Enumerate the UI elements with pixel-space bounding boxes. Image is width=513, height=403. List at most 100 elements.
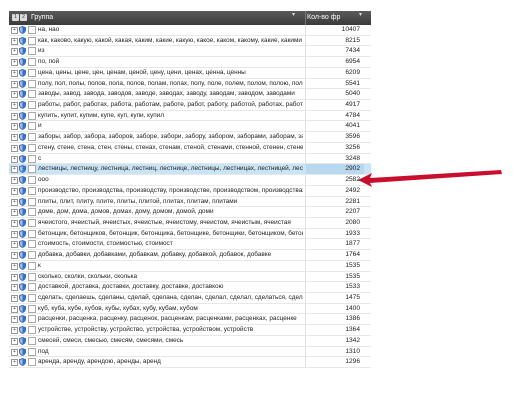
group-filter-icon[interactable]: ▾ bbox=[292, 11, 295, 18]
expand-icon[interactable]: + bbox=[11, 187, 18, 195]
row-checkbox[interactable] bbox=[28, 186, 36, 195]
expand-icon[interactable]: + bbox=[11, 305, 18, 313]
expand-icon[interactable]: + bbox=[11, 327, 18, 335]
row-checkbox[interactable] bbox=[28, 143, 36, 152]
expand-icon[interactable]: + bbox=[11, 273, 18, 281]
row-checkbox[interactable] bbox=[28, 304, 36, 313]
expand-icon[interactable]: + bbox=[11, 337, 18, 345]
expand-icon[interactable]: + bbox=[11, 102, 18, 110]
expand-icon[interactable]: + bbox=[11, 91, 18, 99]
expand-icon[interactable]: + bbox=[11, 144, 18, 152]
expand-icon[interactable]: + bbox=[11, 177, 18, 185]
expand-icon[interactable]: + bbox=[11, 284, 18, 292]
row-checkbox[interactable] bbox=[28, 111, 36, 120]
table-row[interactable]: + стену, стене, стена, стен, стены, стена… bbox=[9, 142, 371, 154]
row-checkbox[interactable] bbox=[28, 272, 36, 281]
row-checkbox[interactable] bbox=[28, 122, 36, 131]
table-row[interactable]: + аренда, аренду, арендою, аренды, аренд 1… bbox=[9, 357, 371, 368]
expand-icon[interactable]: + bbox=[11, 230, 18, 238]
expand-icon[interactable]: + bbox=[11, 262, 18, 270]
row-checkbox[interactable] bbox=[28, 229, 36, 238]
expand-icon[interactable]: + bbox=[11, 123, 18, 131]
expand-icon[interactable]: + bbox=[11, 48, 18, 56]
expand-icon[interactable]: + bbox=[11, 112, 18, 120]
table-row[interactable]: + сколько, сколки, скольки, сколька 1535 bbox=[9, 271, 371, 283]
row-checkbox[interactable] bbox=[28, 68, 36, 77]
table-row[interactable]: + цена, цены, цене, цен, ценам, ценой, це… bbox=[9, 67, 371, 79]
level-2-button[interactable]: 2 bbox=[20, 14, 27, 21]
row-checkbox[interactable] bbox=[28, 165, 36, 174]
expand-icon[interactable]: + bbox=[11, 209, 18, 217]
table-row[interactable]: + плиты, плит, плиту, плите, плиты, плито… bbox=[9, 196, 371, 208]
table-row[interactable]: + как, каково, какую, какой, какая, каким… bbox=[9, 35, 371, 47]
table-row[interactable]: + купить, купит, купим, купе, куп, купи, … bbox=[9, 110, 371, 122]
table-row[interactable]: + устройстве, устройству, устройство, уст… bbox=[9, 325, 371, 336]
table-row[interactable]: + бетонщик, бетонщиков, бетонщик, бетонщи… bbox=[9, 228, 371, 240]
table-row[interactable]: + ооо 2582 bbox=[9, 175, 371, 186]
row-checkbox[interactable] bbox=[28, 90, 36, 99]
expand-icon[interactable]: + bbox=[11, 69, 18, 77]
expand-icon[interactable]: + bbox=[11, 294, 18, 302]
row-checkbox[interactable] bbox=[28, 261, 36, 270]
row-checkbox[interactable] bbox=[28, 79, 36, 88]
row-checkbox[interactable] bbox=[28, 358, 36, 367]
row-checkbox[interactable] bbox=[28, 176, 36, 185]
row-checkbox[interactable] bbox=[28, 315, 36, 324]
column-header-group[interactable]: Группа bbox=[30, 11, 299, 25]
expand-icon[interactable]: + bbox=[11, 59, 18, 67]
row-checkbox[interactable] bbox=[28, 251, 36, 260]
row-checkbox[interactable] bbox=[28, 26, 36, 34]
row-checkbox[interactable] bbox=[28, 197, 36, 206]
expand-icon[interactable]: + bbox=[11, 198, 18, 206]
count-filter-icon[interactable]: ▾ bbox=[359, 11, 362, 18]
table-row[interactable]: + куб, куба, кубе, кубов, кубы, кубах, ку… bbox=[9, 303, 371, 315]
expand-icon[interactable]: + bbox=[11, 252, 18, 260]
table-row[interactable]: + по, пой 6954 bbox=[9, 57, 371, 68]
table-row[interactable]: + к 1535 bbox=[9, 260, 371, 272]
expand-icon[interactable]: + bbox=[11, 134, 18, 142]
expand-icon[interactable]: + bbox=[11, 155, 18, 163]
expand-icon[interactable]: + bbox=[11, 316, 18, 324]
row-checkbox[interactable] bbox=[28, 240, 36, 249]
row-checkbox[interactable] bbox=[28, 326, 36, 335]
table-row[interactable]: + доме, дом, дома, домов, домах, дому, до… bbox=[9, 207, 371, 218]
table-row[interactable]: + и 4041 bbox=[9, 121, 371, 133]
table-row[interactable]: + из 7434 bbox=[9, 46, 371, 58]
table-row[interactable]: + на, нао 10407 bbox=[9, 25, 371, 36]
table-row[interactable]: + смесей, смеси, смесью, смесям, смесями,… bbox=[9, 335, 371, 347]
row-checkbox[interactable] bbox=[28, 133, 36, 142]
table-row[interactable]: + работы, работ, работах, работа, работам… bbox=[9, 100, 371, 111]
row-checkbox[interactable] bbox=[28, 208, 36, 217]
level-1-button[interactable]: 1 bbox=[12, 14, 19, 21]
expand-icon[interactable]: + bbox=[11, 37, 18, 45]
row-checkbox[interactable] bbox=[28, 101, 36, 110]
expand-icon[interactable]: + bbox=[11, 80, 18, 88]
row-checkbox[interactable] bbox=[28, 154, 36, 163]
table-row[interactable]: + доставкой, доставка, доставки, доставку… bbox=[9, 282, 371, 293]
expand-icon[interactable]: + bbox=[11, 359, 18, 367]
table-row[interactable]: + под 1310 bbox=[9, 346, 371, 358]
row-checkbox[interactable] bbox=[28, 218, 36, 227]
expand-icon[interactable]: + bbox=[11, 348, 18, 356]
row-checkbox[interactable] bbox=[28, 283, 36, 292]
table-row[interactable]: + стоимость, стоимости, стоимостью, стоим… bbox=[9, 239, 371, 251]
row-checkbox[interactable] bbox=[28, 47, 36, 56]
table-row[interactable]: + ячеистого, ячеистый, ячеистых, ячеистые… bbox=[9, 217, 371, 229]
table-row[interactable]: + сделать, сделаешь, сделаны, сделай, сде… bbox=[9, 292, 371, 304]
row-checkbox[interactable] bbox=[28, 36, 36, 45]
expand-icon[interactable]: + bbox=[11, 27, 18, 34]
row-checkbox[interactable] bbox=[28, 293, 36, 302]
row-checkbox[interactable] bbox=[28, 336, 36, 345]
table-row[interactable]: + заводы, завод, завода, заводов, заводе,… bbox=[9, 89, 371, 101]
row-checkbox[interactable] bbox=[28, 347, 36, 356]
expand-icon[interactable]: + bbox=[11, 166, 18, 174]
table-row[interactable]: + расценки, расценка, расценку, расценок,… bbox=[9, 314, 371, 326]
table-row[interactable]: + добавка, добавки, добавками, добавкам, … bbox=[9, 250, 371, 261]
row-checkbox[interactable] bbox=[28, 58, 36, 67]
expand-icon[interactable]: + bbox=[11, 241, 18, 249]
table-row[interactable]: + производство, производства, производств… bbox=[9, 185, 371, 197]
table-row[interactable]: + заборы, забор, забора, заборов, заборе,… bbox=[9, 132, 371, 143]
expand-icon[interactable]: + bbox=[11, 219, 18, 227]
table-row[interactable]: + с 3248 bbox=[9, 153, 371, 165]
table-row[interactable]: + полу, пол, полы, полов, пола, полов, по… bbox=[9, 78, 371, 90]
